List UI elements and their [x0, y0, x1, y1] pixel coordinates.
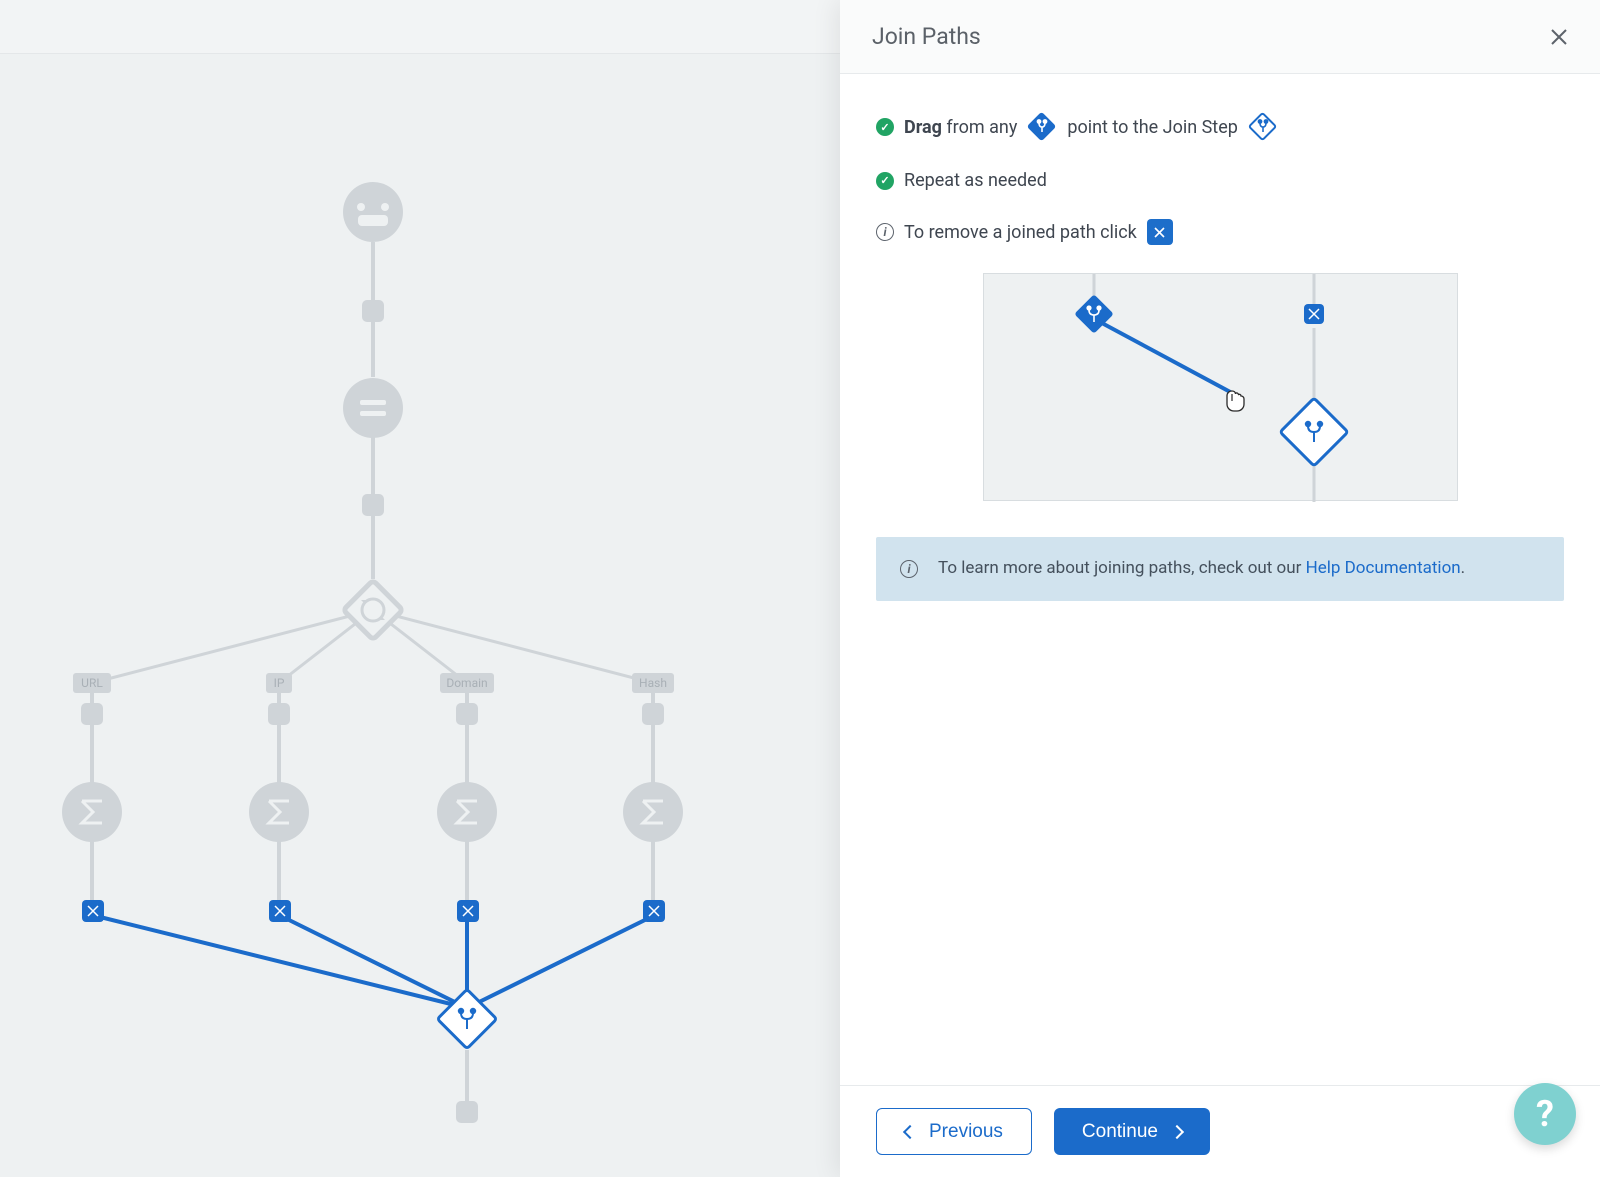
instruction-drag-text-post: point to the Join Step	[1067, 117, 1238, 138]
info-icon	[900, 560, 918, 578]
check-icon	[876, 172, 894, 190]
instruction-drag-text-pre: from any	[942, 117, 1017, 138]
cursor-icon	[1227, 391, 1244, 411]
svg-text:URL: URL	[81, 676, 103, 690]
join-step-icon	[1248, 112, 1278, 142]
info-icon	[876, 223, 894, 241]
panel-body: Drag from any point to the Join Step Rep…	[840, 74, 1600, 1085]
help-fab-button[interactable]: ?	[1514, 1083, 1576, 1145]
close-icon	[1550, 28, 1568, 46]
continue-button-label: Continue	[1082, 1121, 1158, 1143]
workflow-diagram: URL IP Domain Hash	[0, 0, 840, 1177]
instruction-drag-bold: Drag	[904, 117, 942, 138]
check-icon	[876, 118, 894, 136]
panel-header: Join Paths	[840, 0, 1600, 74]
fork-point-icon	[1027, 112, 1057, 142]
remove-path-icon	[1147, 219, 1173, 245]
instruction-repeat: Repeat as needed	[876, 170, 1564, 191]
example-illustration	[983, 273, 1458, 501]
instruction-remove-text: To remove a joined path click	[904, 222, 1137, 243]
svg-text:Hash: Hash	[639, 676, 667, 690]
question-icon: ?	[1536, 1093, 1554, 1135]
previous-button[interactable]: Previous	[876, 1108, 1032, 1155]
help-text-post: .	[1461, 558, 1465, 578]
chevron-left-icon	[903, 1124, 917, 1138]
help-callout: To learn more about joining paths, check…	[876, 537, 1564, 601]
previous-button-label: Previous	[929, 1121, 1003, 1143]
svg-text:Domain: Domain	[446, 676, 487, 690]
instruction-drag: Drag from any point to the Join Step	[876, 112, 1564, 142]
help-text-pre: To learn more about joining paths, check…	[938, 558, 1306, 578]
instruction-repeat-text: Repeat as needed	[904, 170, 1047, 191]
close-button[interactable]	[1546, 24, 1572, 50]
panel-footer: Previous Continue	[840, 1085, 1600, 1177]
chevron-right-icon	[1170, 1124, 1184, 1138]
panel-title: Join Paths	[872, 23, 981, 50]
svg-text:IP: IP	[274, 676, 285, 690]
continue-button[interactable]: Continue	[1054, 1108, 1210, 1155]
help-documentation-link[interactable]: Help Documentation	[1306, 558, 1461, 578]
workflow-canvas[interactable]: URL IP Domain Hash	[0, 0, 840, 1177]
join-paths-panel: Join Paths Drag from any point to the Jo…	[840, 0, 1600, 1177]
instruction-remove: To remove a joined path click	[876, 219, 1564, 245]
